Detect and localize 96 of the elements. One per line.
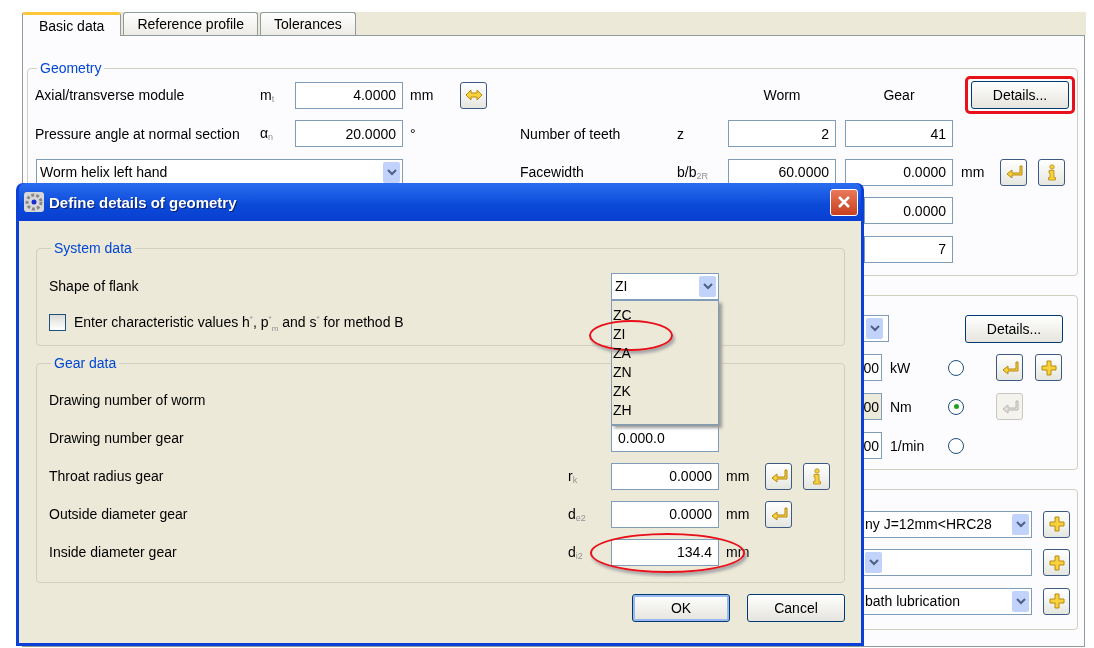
dropdown-field[interactable]: ny J=12mm<HRC28 [862,510,1032,538]
field-label: Number of teeth [520,125,622,142]
checkbox[interactable] [49,314,66,332]
info-button[interactable] [1038,158,1066,186]
input-field[interactable]: 4.0000 [295,81,403,109]
plus-icon [1039,358,1058,377]
list-option[interactable]: ZK [612,383,632,399]
cancel-button[interactable]: Cancel [747,594,845,622]
tab[interactable]: Reference profile [123,12,258,35]
plus-button[interactable] [1035,354,1062,381]
unit-label: Nm [889,398,913,415]
field-label: Throat radius gear [49,468,165,484]
field-label: Pressure angle at normal section [35,125,241,142]
input-field[interactable]: 0.0000 [611,462,719,490]
unit-label: 1/min [889,437,926,454]
dropdown-field[interactable]: ZI [611,272,719,300]
unit-label: mm [725,506,751,522]
symbol-label: r$_{k}$ [568,467,579,485]
field-label: Inside diameter gear [49,544,178,560]
enter-icon [769,505,788,523]
field-label: Drawing number of worm [49,392,207,408]
chevron-down-icon [865,552,882,574]
field-label: Outside diameter gear [49,506,189,522]
list-option[interactable]: ZI [612,326,627,342]
input-field[interactable]: 00 [862,354,882,381]
list-option[interactable]: ZH [612,402,633,418]
radio-button[interactable] [948,359,964,376]
details-button[interactable]: Details... [971,81,1069,110]
symbol-label: z [677,125,685,142]
window-title: Define details of geometry [49,193,238,211]
chevron-down-icon [866,318,883,339]
plus-icon [1047,515,1066,534]
enter-icon [1000,358,1019,377]
plus-icon [1047,592,1066,611]
symbol-label: d$_{i2}$ [568,543,584,561]
list-option[interactable]: ZN [612,364,633,380]
column-header: Worm [763,87,801,104]
input-field[interactable]: 60.0000 [728,158,836,186]
ok-button[interactable]: OK [632,594,730,622]
close-button[interactable] [830,188,858,216]
chevron-down-icon [383,161,400,183]
input-field[interactable]: 7 [864,235,953,263]
gear-icon [23,191,45,213]
symbol-label: d$_{e2}$ [568,505,587,523]
unit-label: ° [409,125,417,142]
enter-icon [1004,163,1023,182]
unit-label: mm [725,468,751,484]
input-field[interactable]: 00 [862,432,882,459]
input-field[interactable]: 20.0000 [295,120,403,148]
list-option[interactable]: ZC [612,307,633,323]
enter-button[interactable] [1000,158,1028,186]
tab[interactable]: Tolerances [260,12,356,35]
plus-button[interactable] [1043,587,1070,615]
input-field[interactable]: 2 [728,120,836,148]
info-button[interactable] [803,462,830,490]
enter-button[interactable] [765,500,792,528]
dropdown-button[interactable] [862,315,889,342]
column-header: Gear [883,87,915,104]
field-label: Shape of flank [49,278,140,294]
dropdown-field[interactable]: bath lubrication [862,587,1032,615]
symbol-label: b/b$_{2R}$ [677,163,709,181]
enter-button[interactable] [996,354,1023,381]
swap-button[interactable] [460,81,487,109]
input-field[interactable]: 134.4 [611,538,719,566]
unit-label: mm [960,164,985,181]
chevron-down-icon [1012,513,1029,535]
input-field[interactable]: 0.0000 [611,500,719,528]
input-field[interactable]: 41 [845,120,953,148]
tab[interactable]: Basic data [22,12,122,36]
symbol-label: m$_{t}$ [260,86,276,104]
field-label: Drawing number gear [49,430,185,446]
dropdown-field[interactable]: Worm helix left hand [36,158,403,186]
details-button[interactable]: Details... [965,314,1063,343]
enter-button[interactable] [765,462,792,490]
chevron-down-icon [1012,590,1029,612]
unit-label: mm [409,87,435,104]
input-field[interactable]: 0.000.0 [611,424,719,452]
plus-icon [1047,553,1066,572]
symbol-label: α$_{n}$ [260,125,275,143]
plus-button[interactable] [1043,549,1070,577]
group-title: System data [53,240,133,256]
dropdown-field[interactable] [862,549,1032,577]
radio-button[interactable] [948,437,964,454]
field-label: Facewidth [520,164,585,181]
enter-icon [769,467,788,485]
checkbox-label: Enter characteristic values h$^{*}$, p$^{*}$$_{m}$ and s$^{*}$ for method B [74,313,404,333]
plus-button[interactable] [1043,510,1070,538]
input-field[interactable]: 0.0000 [864,197,953,225]
close-icon [837,195,851,209]
unit-label: kW [889,359,912,376]
chevron-down-icon [699,275,716,297]
field-label: Axial/transverse module [35,87,186,104]
group-title: Gear data [53,355,118,371]
input-field[interactable]: 0.0000 [845,158,953,186]
group-title: Geometry [39,60,103,76]
enter-icon [1000,397,1019,416]
